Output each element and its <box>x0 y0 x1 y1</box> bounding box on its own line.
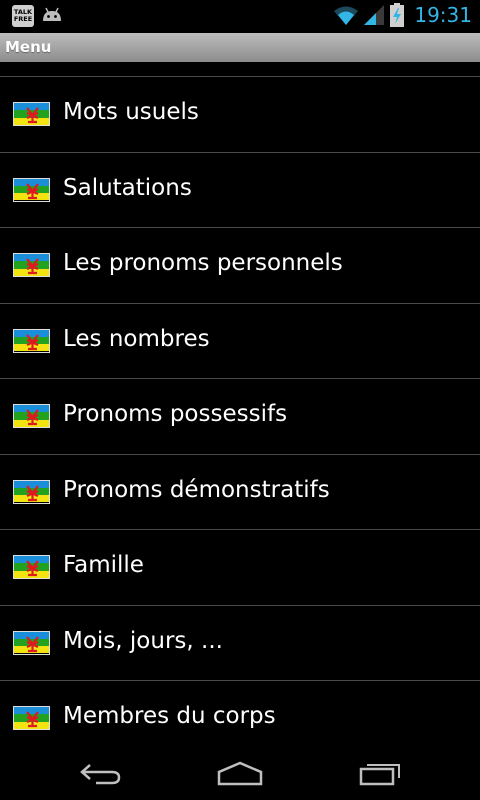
navigation-bar <box>0 744 480 800</box>
home-icon <box>217 761 263 786</box>
list-item[interactable]: Les nombres <box>0 302 480 378</box>
menu-item-label: Mois, jours, ... <box>63 627 223 654</box>
list-item[interactable]: Mois, jours, ... <box>0 604 480 680</box>
amazigh-flag-icon <box>13 253 50 277</box>
list-item[interactable]: Les pronoms personnels <box>0 227 480 302</box>
talk-free-icon: TALK FREE <box>12 5 34 27</box>
menu-item-label: Pronoms démonstratifs <box>63 476 330 503</box>
list-item[interactable]: Mots usuels <box>0 76 480 151</box>
home-button[interactable] <box>210 756 270 790</box>
battery-charging-icon <box>390 3 405 27</box>
android-icon <box>43 7 61 21</box>
back-button[interactable] <box>70 756 130 790</box>
menu-item-label: Les nombres <box>63 325 210 352</box>
amazigh-flag-icon <box>13 404 50 428</box>
list-item[interactable]: Pronoms démonstratifs <box>0 453 480 529</box>
amazigh-flag-icon <box>13 630 50 655</box>
amazigh-flag-icon <box>13 102 50 126</box>
back-icon <box>80 764 121 785</box>
amazigh-flag-icon <box>13 328 50 353</box>
list-item[interactable]: Salutations <box>0 151 480 227</box>
talk-free-line-2: FREE <box>13 15 33 23</box>
list-item[interactable]: Membres du corps <box>0 680 480 744</box>
title-bar: Menu <box>0 33 480 62</box>
list-item[interactable]: Famille <box>0 529 480 604</box>
amazigh-flag-icon <box>13 479 50 504</box>
amazigh-flag-icon <box>13 706 50 730</box>
list-item[interactable]: Pronoms possessifs <box>0 378 480 453</box>
page-title: Menu <box>5 38 52 56</box>
recent-apps-icon <box>359 764 400 786</box>
menu-list[interactable]: Mots usuels Salutations Les pronoms pers… <box>0 62 480 744</box>
amazigh-flag-icon <box>13 177 50 202</box>
wifi-icon <box>334 6 359 25</box>
status-bar: TALK FREE 19:31 <box>0 0 480 33</box>
amazigh-flag-icon <box>13 555 50 579</box>
menu-item-label: Mots usuels <box>63 99 199 125</box>
menu-item-label: Membres du corps <box>63 703 276 729</box>
recent-apps-button[interactable] <box>350 756 410 790</box>
menu-item-label: Pronoms possessifs <box>63 401 288 427</box>
system-icons: 19:31 <box>334 3 472 27</box>
notification-area: TALK FREE <box>12 5 64 27</box>
signal-icon <box>364 5 385 25</box>
status-clock: 19:31 <box>414 3 472 27</box>
menu-item-label: Salutations <box>63 174 192 201</box>
menu-item-label: Famille <box>63 552 144 578</box>
menu-item-label: Les pronoms personnels <box>63 250 343 276</box>
